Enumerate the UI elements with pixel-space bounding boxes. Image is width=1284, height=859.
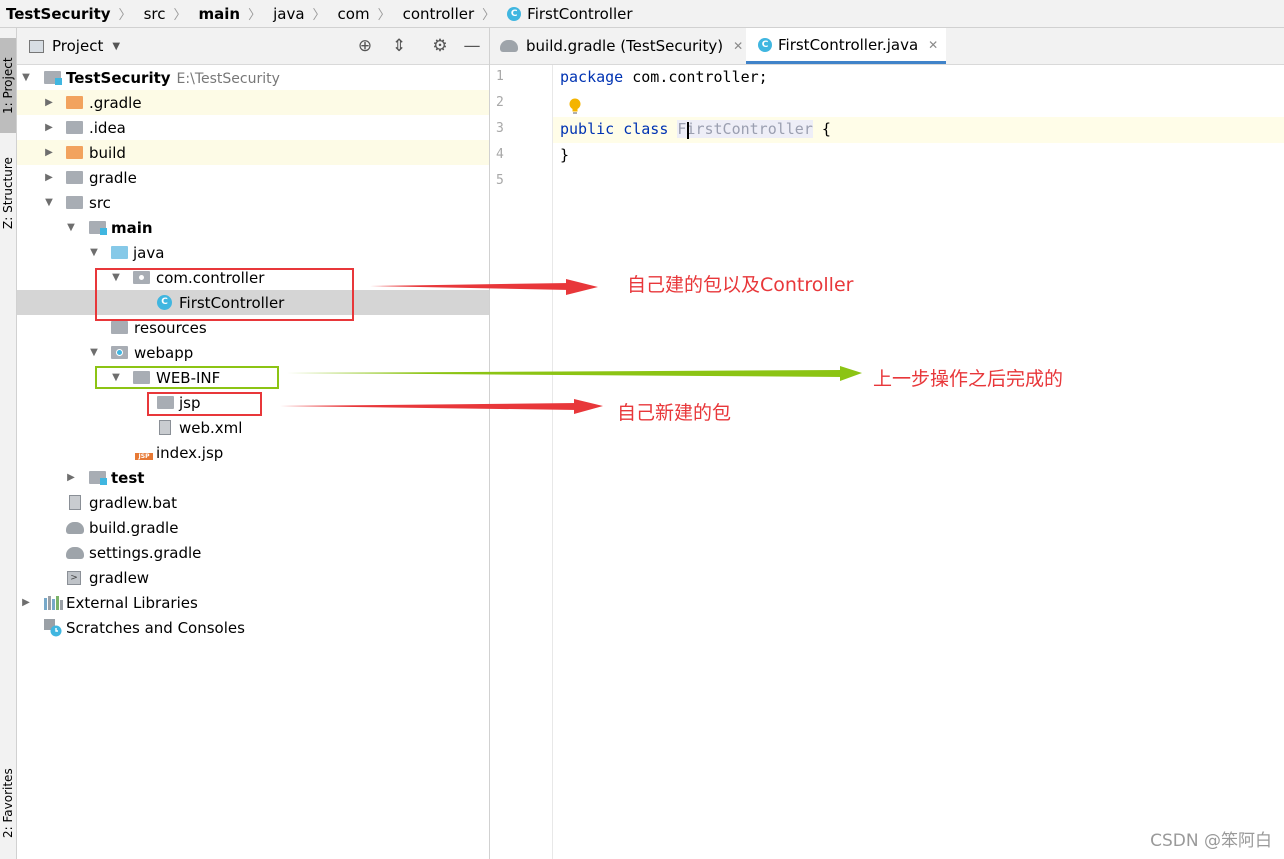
annotation-note-controller: 自己建的包以及Controller [627,274,854,296]
annotation-arrows [280,279,862,414]
annotation-note-web-inf: 上一步操作之后完成的 [873,368,1064,390]
arrow-web-inf [287,366,862,381]
watermark: CSDN @笨阿白 [1150,831,1272,851]
annotation-note-jsp: 自己新建的包 [617,402,732,424]
arrow-controller [370,279,598,295]
arrow-jsp [280,399,603,414]
